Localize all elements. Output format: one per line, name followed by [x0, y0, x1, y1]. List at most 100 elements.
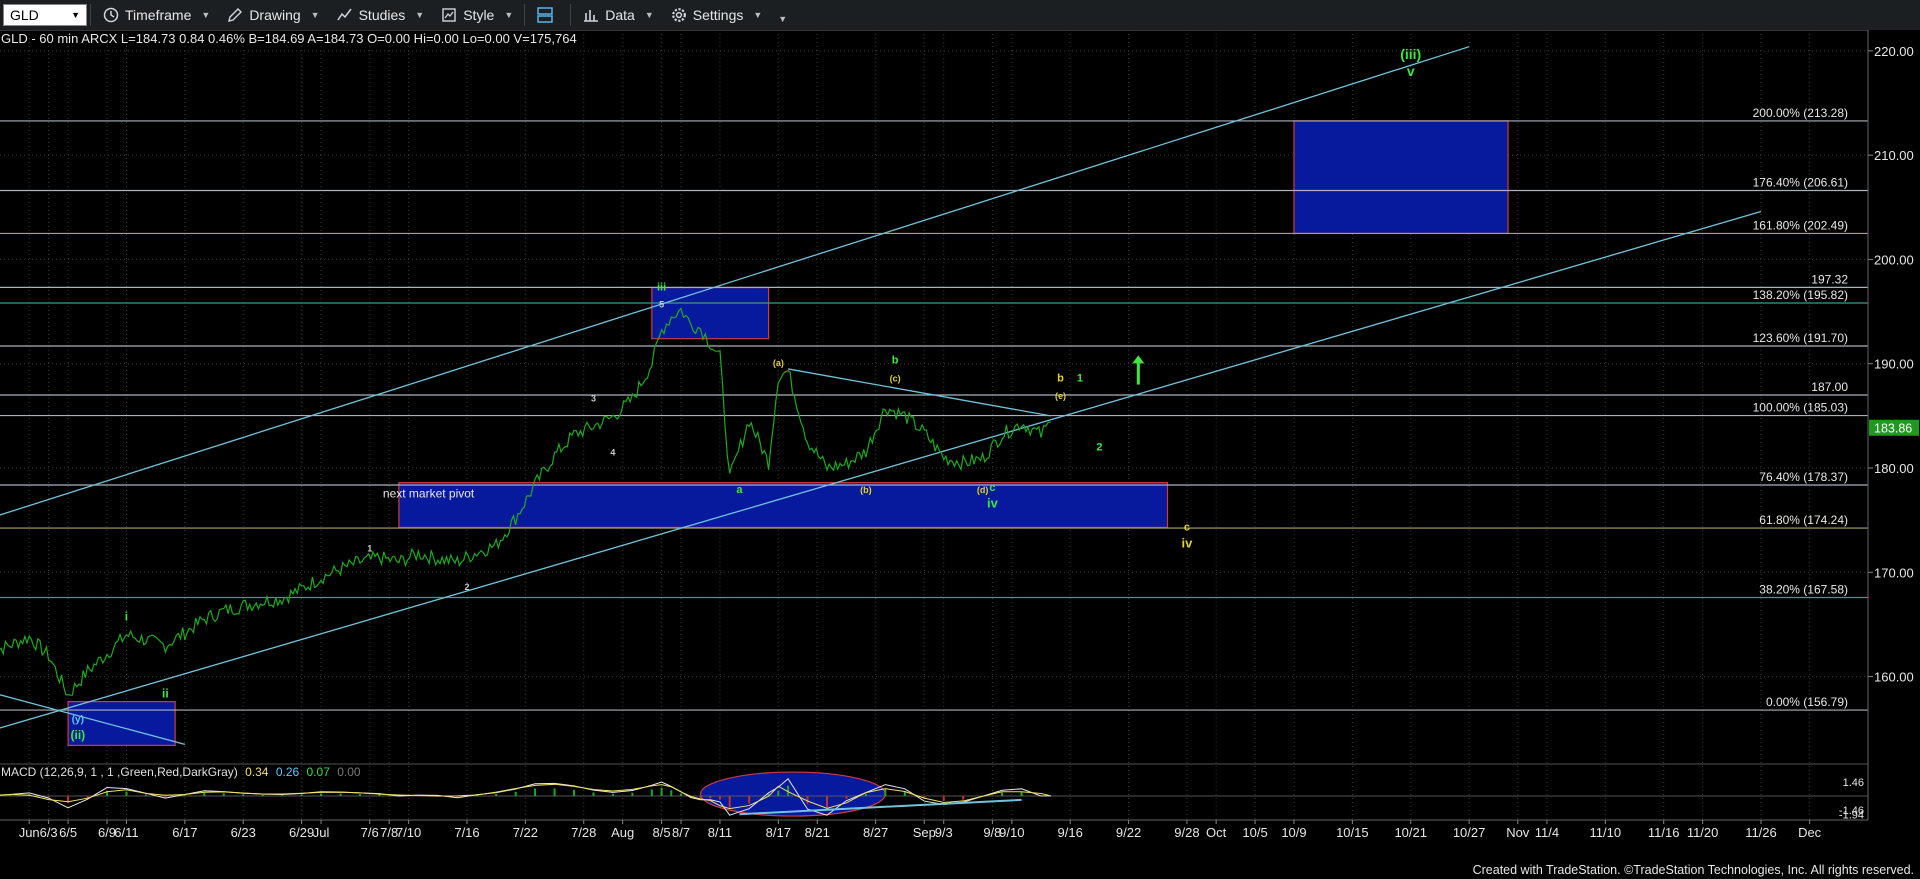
chevron-down-icon: ▼: [310, 10, 320, 20]
macd-axis-label: 1.46: [1843, 777, 1864, 789]
symbol-text: GLD: [10, 7, 39, 23]
wave-annotations: (iii)viii53412iii(y)(ii)(a)ab(c)(b) (d) ci…: [70, 46, 1421, 742]
time-axis-label: 6/11: [114, 825, 138, 840]
settings-label: Settings: [692, 7, 744, 23]
drawing-menu[interactable]: Drawing ▼: [218, 0, 327, 30]
wave-label: 3: [591, 393, 596, 403]
wave-label: b: [1057, 372, 1064, 384]
time-axis-label: Dec: [1798, 825, 1822, 840]
settings-menu[interactable]: Settings ▼: [662, 0, 771, 30]
more-menu[interactable]: ▼: [770, 0, 795, 30]
pencil-icon: [226, 6, 244, 24]
chevron-down-icon: ▼: [753, 10, 763, 20]
price-level-label: 197.32: [1811, 272, 1848, 286]
toolbar-separator: [570, 4, 572, 26]
price-axis-label: 210.00: [1874, 148, 1914, 163]
time-axis-label: 8/27: [863, 825, 888, 840]
wave-label: (y): [72, 714, 84, 725]
last-price-label: 183.86: [1874, 422, 1912, 436]
wave-label: (e): [1055, 391, 1066, 401]
price-axis-label: 170.00: [1874, 565, 1914, 580]
price-level-label: 187.00: [1811, 380, 1848, 394]
fib-level-label: 123.60% (191.70): [1753, 331, 1848, 345]
chevron-down-icon: ▼: [71, 10, 80, 20]
chevron-down-icon: ▼: [201, 10, 211, 20]
time-axis-label: Jul: [313, 825, 330, 840]
target-box: [1293, 120, 1509, 235]
chevron-down-icon: ▼: [778, 14, 788, 24]
wave-label: c: [989, 482, 995, 494]
layout-button[interactable]: [528, 0, 567, 30]
fib-level-label: 138.20% (195.82): [1753, 288, 1848, 302]
wave-label: (d): [977, 485, 989, 495]
time-axis-label: 7/16: [454, 825, 479, 840]
wave-label: (c): [890, 373, 901, 383]
time-axis-label: 8/21: [805, 825, 830, 840]
macd-legend: MACD (12,26,9, 1 , 1 ,Green,Red,DarkGray…: [1, 765, 361, 779]
bar-chart-icon: [582, 6, 600, 24]
wave-label: 2: [464, 582, 469, 592]
timeframe-label: Timeframe: [125, 7, 192, 23]
clock-icon: [102, 6, 120, 24]
fib-level-label: 100.00% (185.03): [1753, 401, 1848, 415]
macd-value-4: 0.00: [337, 765, 361, 779]
time-axis-label: 10/15: [1336, 825, 1369, 840]
drawing-label: Drawing: [249, 7, 301, 23]
time-axis-label: 6/3: [40, 825, 58, 840]
style-menu[interactable]: Style ▼: [432, 0, 521, 30]
time-axis-label: 6/5: [59, 825, 77, 840]
fib-level-label: 38.20% (167.58): [1759, 583, 1848, 597]
target-boxes: next market pivot: [67, 120, 1509, 746]
price-axis-label: 160.00: [1874, 670, 1914, 685]
time-axis-label: 11/20: [1687, 825, 1719, 840]
time-axis-label: 10/9: [1281, 825, 1306, 840]
wave-label: (ii): [70, 728, 85, 742]
style-label: Style: [463, 7, 495, 23]
price-chart[interactable]: next market pivot 200.00% (213.28) 1 76.40…: [0, 30, 1920, 866]
time-axis-label: 9/16: [1058, 825, 1083, 840]
time-axis-label: 11/10: [1590, 825, 1622, 840]
data-menu[interactable]: Data ▼: [574, 0, 662, 30]
up-arrow-head: [1132, 355, 1145, 364]
price-axis[interactable]: 160.00 170.00 180.00 190.00 200.00 210.00 220.…: [1867, 30, 1920, 866]
time-axis-label: 10/21: [1394, 825, 1427, 840]
price-axis-label: 200.00: [1874, 252, 1914, 267]
time-axis-label: 10/5: [1242, 825, 1267, 840]
wave-label: ii: [162, 686, 169, 700]
trend-line: [0, 210, 1762, 729]
macd-value-1: 0.34: [245, 765, 269, 779]
fib-level-label: 200.00% (213.28): [1753, 106, 1848, 120]
wave-label: iv: [987, 496, 999, 511]
time-axis[interactable]: Jun 6/3 6/5 6/96/11 6/17 6/23 6/29Jul 7/6 7/87/1…: [0, 819, 1868, 840]
wave-label: 1: [367, 543, 372, 553]
price-axis-label: 180.00: [1874, 461, 1914, 476]
time-axis-label: Oct: [1206, 825, 1227, 840]
timeframe-menu[interactable]: Timeframe ▼: [94, 0, 218, 30]
style-icon: [440, 6, 458, 24]
studies-menu[interactable]: Studies ▼: [328, 0, 433, 30]
chart-toolbar: GLD ▼ Timeframe ▼ Drawing ▼ Studies ▼ St…: [0, 0, 1920, 31]
wave-label: (iii): [1400, 46, 1421, 62]
layout-icon: [536, 6, 554, 24]
trend-line: [787, 368, 1051, 417]
time-axis-label: Aug: [611, 825, 634, 840]
fib-level-label: 76.40% (178.37): [1759, 470, 1848, 484]
copyright-footer: Created with TradeStation. ©TradeStation…: [1472, 863, 1914, 877]
time-axis-label: 9/22: [1116, 825, 1141, 840]
wave-label: v: [1407, 63, 1415, 79]
wave-label: a: [736, 484, 743, 496]
time-axis-label: 11/26: [1745, 825, 1777, 840]
wave-label: (a): [773, 358, 784, 368]
box-label: next market pivot: [383, 487, 475, 501]
fib-level-label: 161.80% (202.49): [1753, 218, 1848, 232]
symbol-selector[interactable]: GLD ▼: [3, 4, 87, 26]
time-axis-label: 9/3: [935, 825, 953, 840]
wave-label: c: [1184, 522, 1190, 534]
wave-label: 2: [1096, 441, 1102, 453]
wave-label: iii: [657, 282, 666, 294]
chevron-down-icon: ▼: [644, 10, 654, 20]
gear-icon: [670, 6, 688, 24]
time-axis-label: 8/11: [708, 825, 732, 840]
time-axis-label: Jun: [19, 825, 40, 840]
wave-label: 5: [659, 299, 664, 309]
